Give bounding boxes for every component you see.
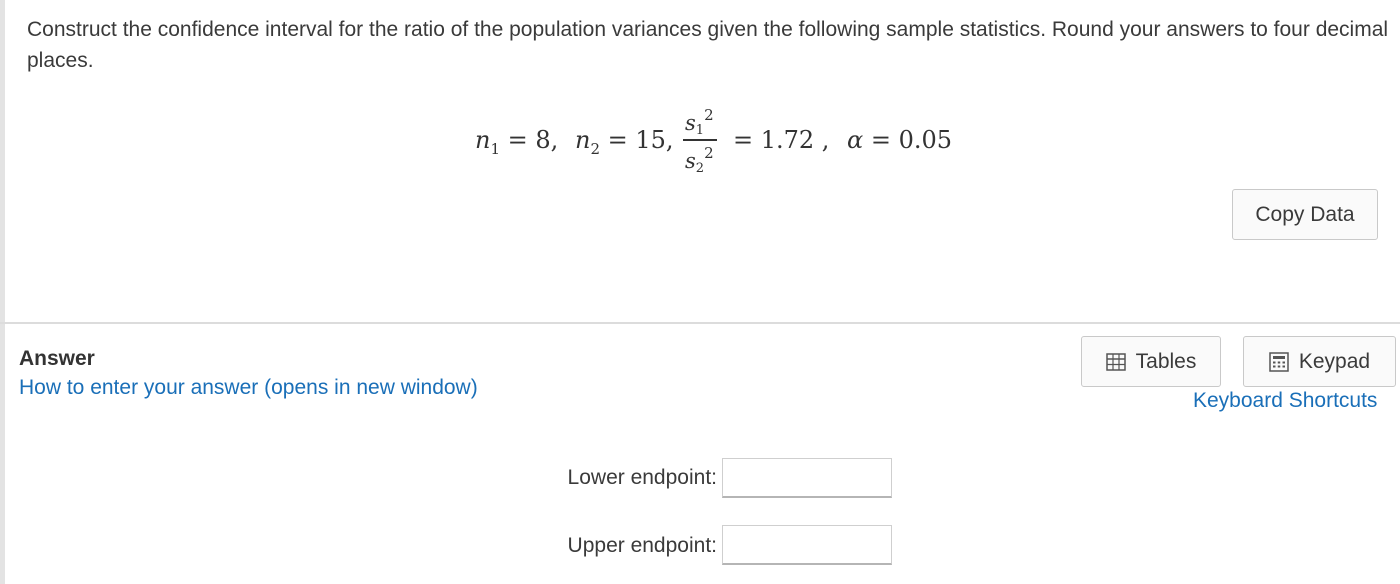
- formula-n2: n2 = 15,: [575, 126, 674, 158]
- copy-data-label: Copy Data: [1255, 202, 1355, 226]
- variance-ratio-fraction: s12 s22: [681, 104, 719, 176]
- ratio-denominator: s22: [685, 144, 714, 176]
- formula-n1: n1 = 8,: [475, 126, 559, 158]
- formula-ratio-value: = 1.72 ,: [733, 126, 830, 154]
- question-text: Construct the confidence interval for th…: [27, 18, 1389, 72]
- keypad-label: Keypad: [1298, 349, 1371, 373]
- answer-title: Answer: [19, 347, 95, 370]
- keyboard-shortcuts-link[interactable]: Keyboard Shortcuts: [1193, 389, 1377, 413]
- lower-endpoint-label: Lower endpoint:: [567, 466, 717, 489]
- tables-label: Tables: [1135, 349, 1197, 373]
- formula-alpha: α = 0.05: [847, 126, 953, 154]
- question-panel: Construct the confidence interval for th…: [0, 0, 1400, 322]
- ratio-numerator: s12: [685, 106, 714, 138]
- lower-endpoint-input[interactable]: [722, 458, 892, 498]
- keypad-button[interactable]: Keypad: [1243, 336, 1396, 387]
- table-grid-icon: [1105, 352, 1126, 371]
- copy-data-button[interactable]: Copy Data: [1232, 189, 1378, 240]
- calculator-keypad-icon: [1269, 351, 1289, 372]
- tables-button[interactable]: Tables: [1081, 336, 1221, 387]
- fraction-bar: [683, 139, 717, 141]
- upper-endpoint-label: Upper endpoint:: [567, 534, 717, 557]
- help-link[interactable]: How to enter your answer (opens in new w…: [19, 376, 478, 400]
- upper-endpoint-input[interactable]: [722, 525, 892, 565]
